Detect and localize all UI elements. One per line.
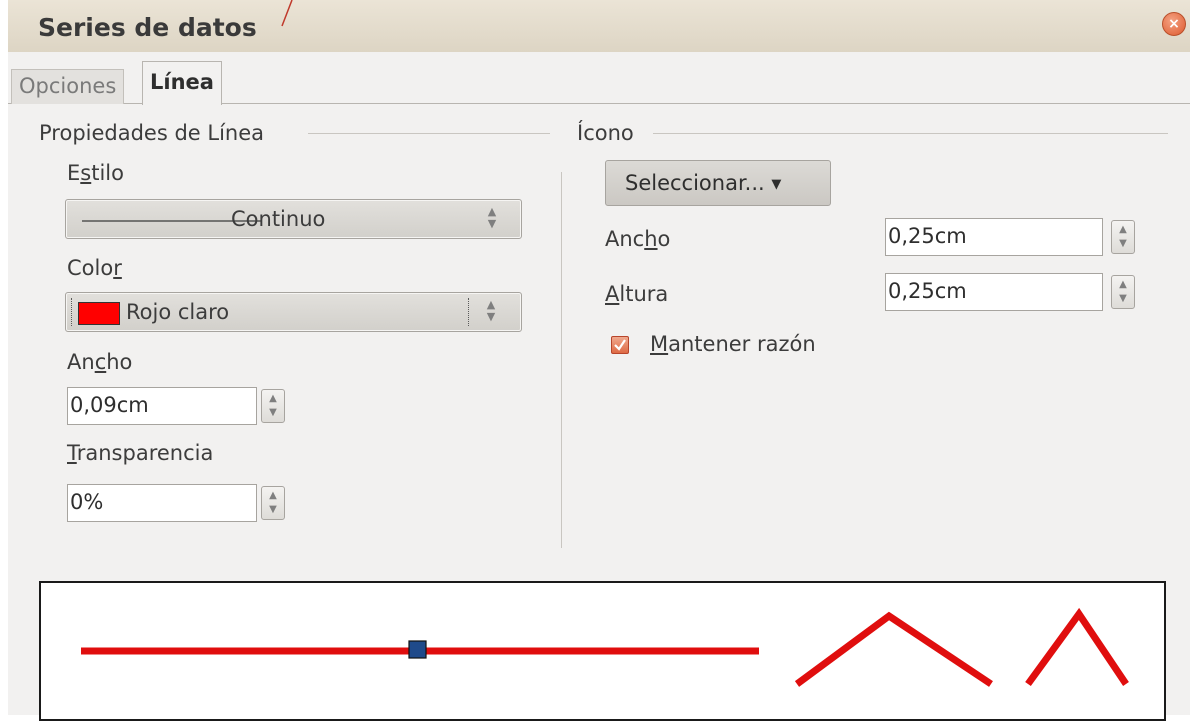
- keep-ratio-label[interactable]: Mantener razón: [650, 332, 816, 356]
- title-bar: Series de datos ×: [8, 0, 1190, 52]
- transparency-input[interactable]: 0%: [67, 484, 257, 522]
- close-icon[interactable]: ×: [1162, 12, 1186, 36]
- line-style-select[interactable]: Continuo ▲ ▼: [65, 199, 522, 239]
- line-color-select[interactable]: Rojo claro ▲ ▼: [65, 292, 522, 332]
- tab-opciones[interactable]: Opciones: [11, 69, 125, 104]
- line-preview: [39, 581, 1166, 721]
- transparency-spinner[interactable]: 0% ▲ ▼: [67, 484, 305, 522]
- preview-marker: [408, 640, 427, 659]
- icon-height-label: Altura: [605, 282, 669, 306]
- icon-width-spinner[interactable]: 0,25cm ▲ ▼: [885, 218, 1143, 256]
- color-swatch: [78, 302, 120, 325]
- transparency-label: Transparencia: [67, 441, 214, 465]
- icon-height-spinner[interactable]: 0,25cm ▲ ▼: [885, 273, 1143, 311]
- group-divider: [653, 133, 1168, 134]
- preview-canvas: [81, 607, 1129, 687]
- spin-arrows-icon: ▲ ▼: [486, 298, 496, 323]
- line-color-value: Rojo claro: [126, 300, 230, 324]
- style-label: Estilo: [67, 161, 124, 185]
- spin-arrows-icon: ▲ ▼: [487, 205, 497, 230]
- dialog-body: Opciones Línea Propiedades de Línea Esti…: [8, 52, 1190, 721]
- tab-bar: Opciones Línea: [8, 52, 1190, 105]
- column-separator: [561, 172, 562, 548]
- spin-arrows-icon[interactable]: ▲ ▼: [261, 389, 285, 423]
- color-label: Color: [67, 256, 122, 280]
- focus-indicator: [71, 298, 72, 326]
- annotation-mark: [281, 0, 293, 27]
- preview-wide-peak: [794, 611, 993, 687]
- preview-narrow-peak: [1025, 607, 1129, 687]
- dialog-title: Series de datos: [38, 13, 257, 42]
- line-width-input[interactable]: 0,09cm: [67, 387, 257, 425]
- icon-width-input[interactable]: 0,25cm: [885, 218, 1103, 256]
- icon-group-label: Ícono: [577, 121, 634, 145]
- width-label: Ancho: [67, 350, 133, 374]
- select-icon-label: Seleccionar...: [625, 171, 765, 195]
- tab-linea[interactable]: Línea: [142, 61, 222, 105]
- icon-height-input[interactable]: 0,25cm: [885, 273, 1103, 311]
- chevron-down-icon: ▼: [771, 177, 782, 192]
- focus-indicator: [468, 298, 469, 326]
- spin-arrows-icon[interactable]: ▲ ▼: [1111, 275, 1135, 309]
- select-icon-button[interactable]: Seleccionar... ▼: [605, 160, 831, 206]
- spin-arrows-icon[interactable]: ▲ ▼: [261, 486, 285, 520]
- line-properties-group-label: Propiedades de Línea: [39, 121, 265, 145]
- keep-ratio-checkbox[interactable]: [611, 336, 629, 354]
- line-width-spinner[interactable]: 0,09cm ▲ ▼: [67, 387, 305, 425]
- spin-arrows-icon[interactable]: ▲ ▼: [1111, 220, 1135, 254]
- group-divider: [308, 133, 550, 134]
- icon-width-label: Ancho: [605, 227, 671, 251]
- checkmark-icon: [614, 339, 626, 351]
- line-style-value: Continuo: [231, 207, 326, 231]
